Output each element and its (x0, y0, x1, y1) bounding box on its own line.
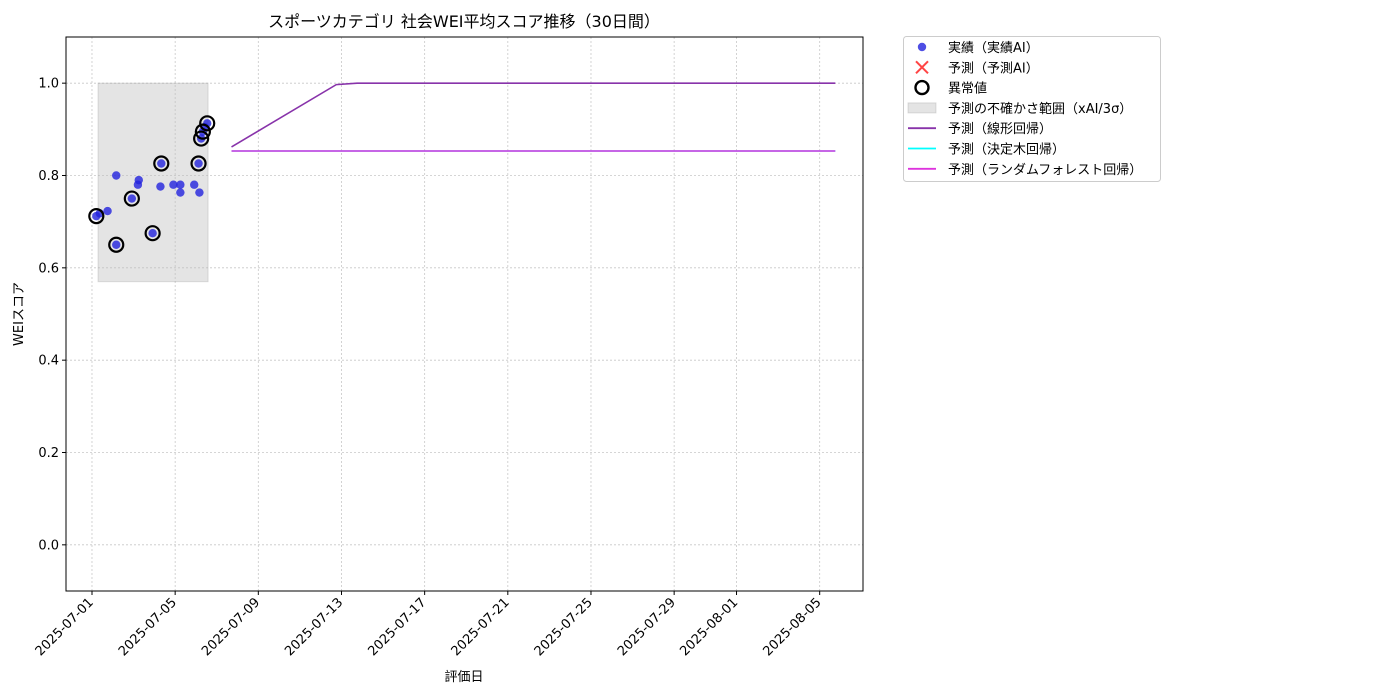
actual-point (176, 180, 185, 189)
legend-label: 予測の不確かさ範囲（xAI/3σ） (948, 101, 1132, 117)
y-tick-label: 0.0 (38, 538, 59, 553)
legend: 実績（実績AI） 予測（予測AI） 異常値予測の不確かさ範囲（xAI/3σ） 予測（線… (903, 36, 1161, 182)
actual-point (194, 159, 203, 168)
actual-point (190, 180, 199, 189)
chart-figure: スポーツカテゴリ 社会WEI平均スコア推移（30日間） 0.0 0.2 0.4 0.6… (12, 12, 1161, 685)
x-tick-label: 2025-07-05 (116, 595, 180, 659)
legend-label: 異常値 (948, 81, 987, 97)
legend-label: 実績（実績AI） (948, 40, 1039, 56)
x-tick-label: 2025-07-21 (449, 595, 513, 659)
actual-point (112, 240, 121, 249)
y-axis: 0.0 0.2 0.4 0.6 0.8 1.0 (38, 77, 66, 553)
y-tick-label: 0.6 (38, 261, 59, 276)
actual-point (176, 188, 185, 197)
actual-point (112, 171, 121, 180)
actual-point (103, 206, 112, 216)
legend-marker-dot (917, 42, 927, 52)
actual-point (156, 182, 165, 191)
x-axis-label: 評価日 (444, 670, 483, 685)
actual-point (127, 194, 137, 203)
x-tick-label: 2025-08-01 (677, 595, 741, 659)
legend-marker-patch (907, 102, 937, 114)
y-tick-label: 0.8 (38, 169, 59, 184)
x-tick-label: 2025-07-17 (365, 595, 429, 659)
legend-label: 予測（予測AI） (948, 61, 1039, 76)
actual-point (148, 229, 157, 238)
chart-title: スポーツカテゴリ 社会WEI平均スコア推移（30日間） (268, 12, 660, 31)
x-tick-label: 2025-07-09 (199, 595, 263, 659)
actual-point (134, 175, 143, 185)
y-tick-label: 0.4 (38, 354, 59, 369)
actual-point (195, 188, 204, 197)
x-tick-label: 2025-07-25 (532, 595, 596, 659)
legend-label: 予測（決定木回帰） (948, 142, 1065, 158)
actual-point (157, 159, 166, 168)
x-axis: 2025-07-01 2025-07-05 2025-07-09 2025-07-13… (33, 591, 825, 659)
y-axis-label: WEIスコア (12, 282, 27, 346)
x-tick-label: 2025-07-01 (33, 595, 97, 659)
y-tick-label: 1.0 (38, 77, 59, 92)
x-tick-label: 2025-08-05 (760, 595, 824, 659)
x-tick-label: 2025-07-29 (615, 595, 679, 659)
legend-label: 予測（線形回帰） (948, 121, 1052, 137)
y-tick-label: 0.2 (38, 446, 59, 461)
x-tick-label: 2025-07-13 (282, 595, 346, 659)
legend-label: 予測（ランダムフォレスト回帰） (948, 162, 1142, 178)
